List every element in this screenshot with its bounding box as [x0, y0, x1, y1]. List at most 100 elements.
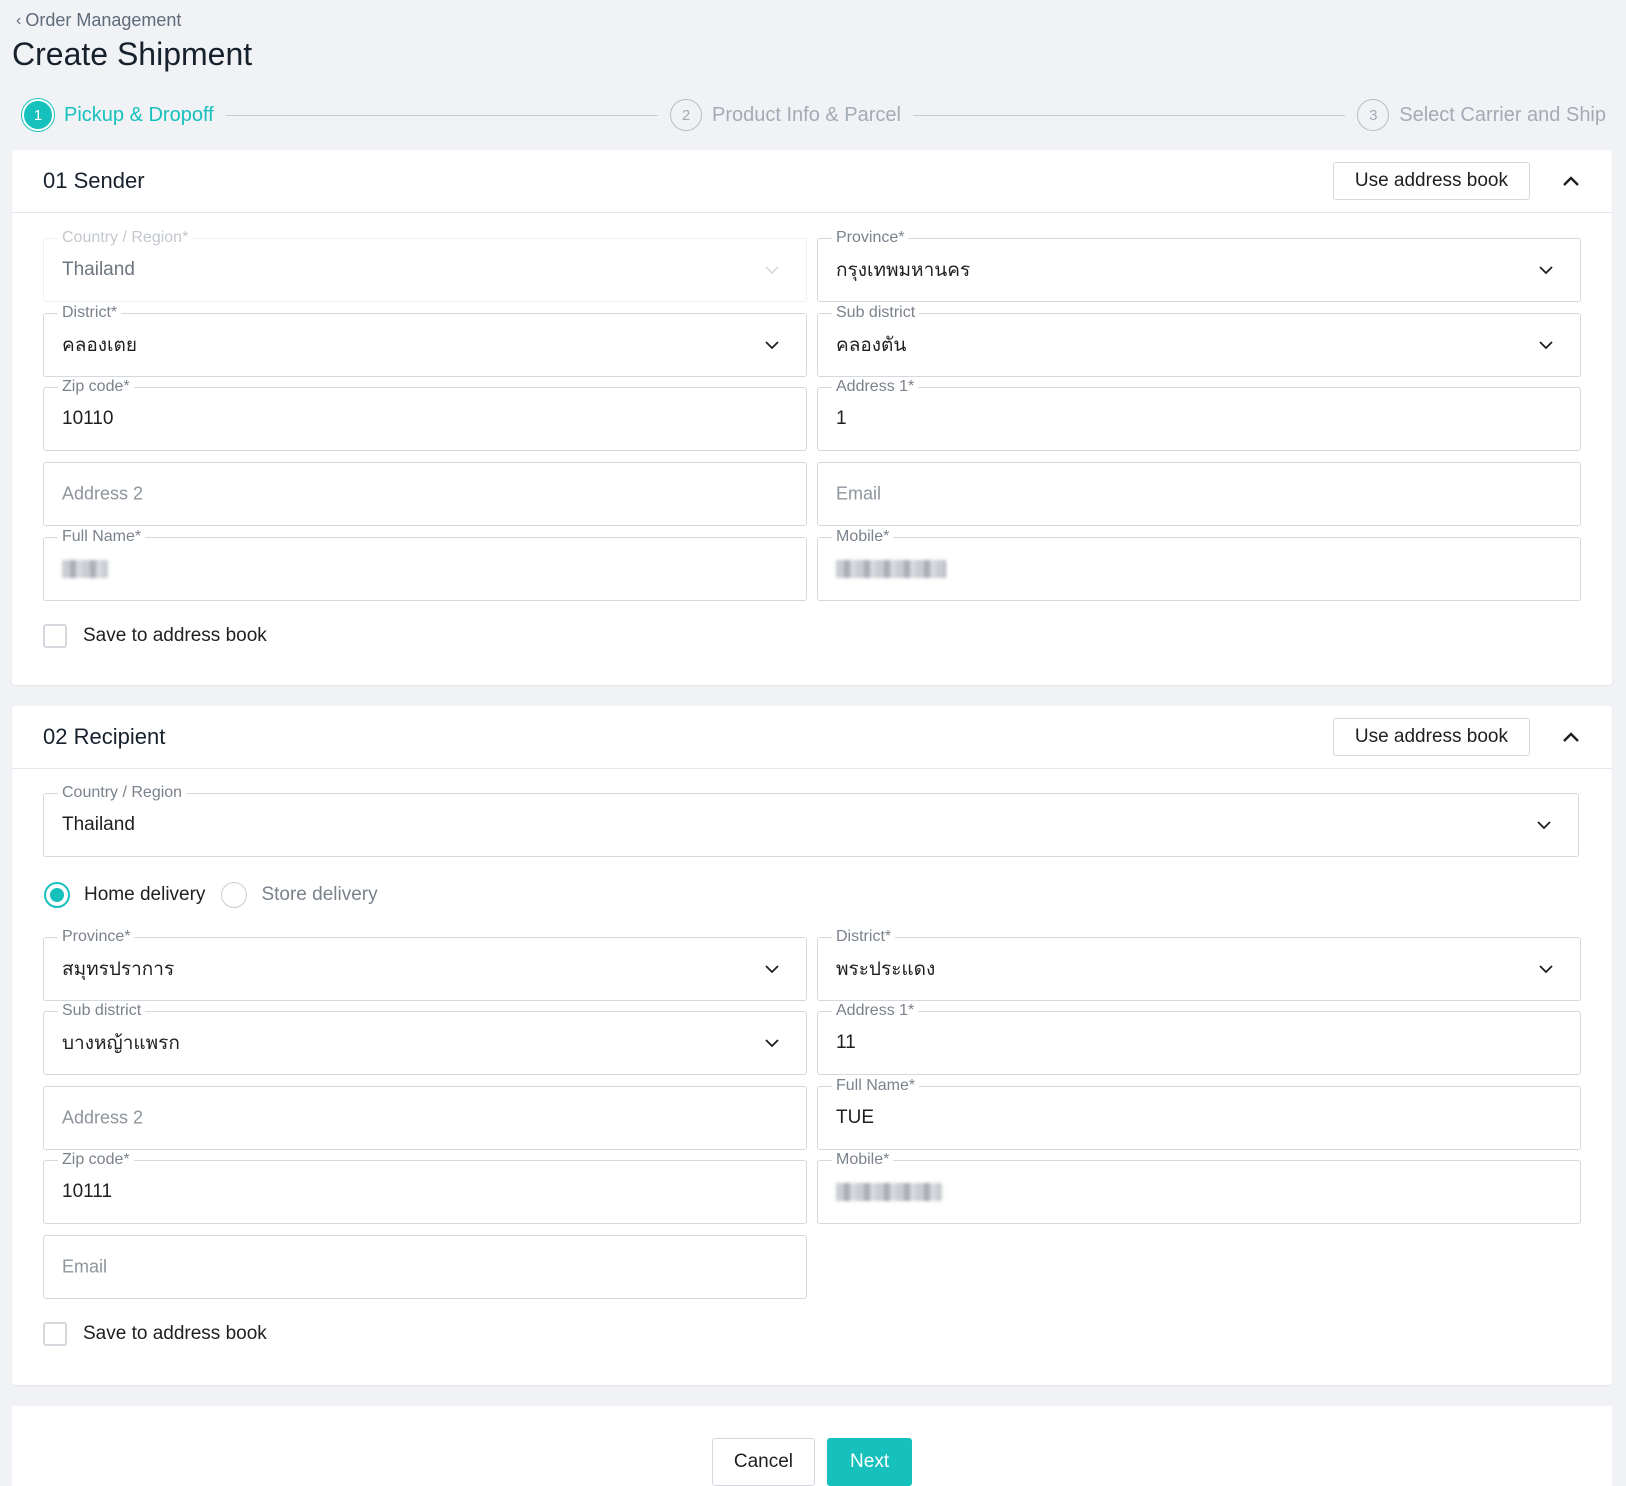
recipient-country-select[interactable]: Country / Region Thailand — [43, 784, 1579, 857]
redacted-value — [836, 1183, 942, 1201]
checkbox-box[interactable] — [43, 1322, 67, 1346]
field-value: Thailand — [62, 814, 135, 835]
recipient-zip-field[interactable]: Zip code* 10111 — [43, 1151, 807, 1224]
recipient-district-select[interactable]: District* พระประแดง — [817, 928, 1581, 1001]
required-mark: * — [898, 229, 905, 246]
sender-full-name-field[interactable]: Full Name* — [43, 528, 807, 601]
recipient-save-address-checkbox[interactable]: Save to address book — [43, 1322, 267, 1346]
recipient-use-address-book-button[interactable]: Use address book — [1332, 718, 1530, 756]
page-title: Create Shipment — [12, 36, 253, 72]
field-label: Province — [62, 928, 125, 945]
next-button[interactable]: Next — [827, 1438, 913, 1486]
recipient-card: 02 Recipient Use address book Country / … — [12, 706, 1612, 1385]
field-label: Full Name — [836, 1077, 909, 1094]
sender-zip-field[interactable]: Zip code* 10110 — [43, 378, 807, 451]
field-value: สมุทรปราการ — [62, 959, 175, 980]
field-label: District — [836, 928, 885, 945]
sender-district-select[interactable]: District* คลองเตย — [43, 304, 807, 377]
step-connector — [225, 114, 658, 116]
recipient-full-name-field[interactable]: Full Name* TUE — [817, 1077, 1581, 1150]
sender-card-header: 01 Sender Use address book — [12, 150, 1612, 213]
redacted-value — [62, 560, 108, 578]
home-delivery-radio[interactable]: Home delivery — [44, 882, 205, 908]
sender-email-field[interactable]: Email — [817, 462, 1581, 526]
required-mark: * — [908, 1077, 916, 1094]
step-number: 1 — [22, 99, 54, 131]
sender-province-select[interactable]: Province* กรุงเทพมหานคร — [817, 229, 1581, 302]
field-value: 11 — [836, 1032, 856, 1053]
field-label: Sub district — [58, 1002, 146, 1020]
required-mark: * — [124, 928, 131, 945]
radio-button[interactable] — [44, 882, 70, 908]
radio-label: Store delivery — [261, 884, 378, 905]
sender-save-address-checkbox[interactable]: Save to address book — [43, 624, 267, 648]
step-number: 3 — [1357, 99, 1390, 131]
radio-label: Home delivery — [84, 884, 206, 905]
chevron-down-icon — [764, 262, 780, 278]
breadcrumb-back-link[interactable]: ‹ Order Management — [16, 10, 181, 31]
sender-use-address-book-button[interactable]: Use address book — [1332, 162, 1530, 200]
required-mark: * — [908, 1002, 915, 1019]
chevron-down-icon — [1538, 262, 1554, 278]
field-label: District — [62, 304, 111, 321]
field-placeholder: Address 2 — [62, 483, 144, 504]
sender-mobile-field[interactable]: Mobile* — [817, 528, 1581, 601]
checkbox-label: Save to address book — [83, 625, 267, 646]
step-product-info-parcel[interactable]: 2 Product Info & Parcel — [669, 99, 901, 131]
step-pickup-dropoff[interactable]: 1 Pickup & Dropoff — [22, 99, 214, 131]
step-select-carrier-ship[interactable]: 3 Select Carrier and Ship — [1357, 99, 1606, 131]
sender-address2-field[interactable]: Address 2 — [43, 462, 807, 526]
recipient-title: 02 Recipient — [43, 724, 166, 749]
chevron-down-icon — [1536, 817, 1552, 833]
field-value: TUE — [836, 1107, 874, 1128]
field-placeholder: Address 2 — [62, 1107, 144, 1128]
field-label: Address 1 — [836, 1002, 909, 1019]
field-label: Country / Region — [62, 229, 183, 246]
recipient-province-select[interactable]: Province* สมุทรปราการ — [43, 928, 807, 1001]
store-delivery-radio[interactable]: Store delivery — [221, 882, 378, 908]
recipient-address1-field[interactable]: Address 1* 11 — [817, 1002, 1581, 1075]
sender-title: 01 Sender — [43, 168, 145, 193]
field-value: กรุงเทพมหานคร — [836, 260, 971, 281]
checkbox-box[interactable] — [43, 624, 67, 648]
chevron-down-icon — [1538, 961, 1554, 977]
field-label: Mobile — [836, 528, 884, 545]
field-label: Zip code — [62, 378, 124, 395]
step-connector — [912, 114, 1346, 116]
field-value: 10111 — [62, 1181, 113, 1202]
step-label: Pickup & Dropoff — [64, 103, 214, 126]
recipient-card-header: 02 Recipient Use address book — [12, 706, 1612, 769]
field-placeholder: Email — [62, 1256, 108, 1277]
sender-address1-field[interactable]: Address 1* 1 — [817, 378, 1581, 451]
chevron-down-icon — [764, 961, 780, 977]
required-mark: * — [883, 1151, 890, 1168]
field-label: Province — [836, 229, 899, 246]
recipient-mobile-field[interactable]: Mobile* — [817, 1151, 1581, 1224]
field-value: คลองเตย — [62, 335, 138, 356]
recipient-address2-field[interactable]: Address 2 — [43, 1086, 807, 1150]
field-value: บางหญ้าแพรก — [62, 1033, 180, 1054]
required-mark: * — [110, 304, 118, 321]
field-label: Full Name — [62, 528, 135, 545]
required-mark: * — [883, 528, 890, 545]
breadcrumb-label: Order Management — [25, 10, 182, 30]
chevron-up-icon[interactable] — [1560, 726, 1582, 748]
recipient-sub-district-select[interactable]: Sub district บางหญ้าแพรก — [43, 1002, 807, 1075]
chevron-left-icon: ‹ — [16, 11, 22, 29]
field-value: Thailand — [62, 259, 135, 280]
chevron-up-icon[interactable] — [1560, 170, 1582, 192]
required-mark: * — [123, 378, 130, 395]
sender-sub-district-select[interactable]: Sub district คลองตัน — [817, 304, 1581, 377]
field-label: Zip code — [62, 1151, 124, 1168]
required-mark: * — [182, 229, 189, 246]
required-mark: * — [134, 528, 142, 545]
radio-button[interactable] — [221, 882, 248, 908]
recipient-email-field[interactable]: Email — [43, 1235, 807, 1299]
required-mark: * — [908, 378, 915, 395]
field-label: Sub district — [832, 304, 920, 322]
required-mark: * — [123, 1151, 130, 1168]
redacted-value — [836, 560, 946, 578]
cancel-button[interactable]: Cancel — [711, 1438, 816, 1486]
field-value: พระประแดง — [836, 959, 936, 980]
field-value: 10110 — [62, 408, 114, 429]
